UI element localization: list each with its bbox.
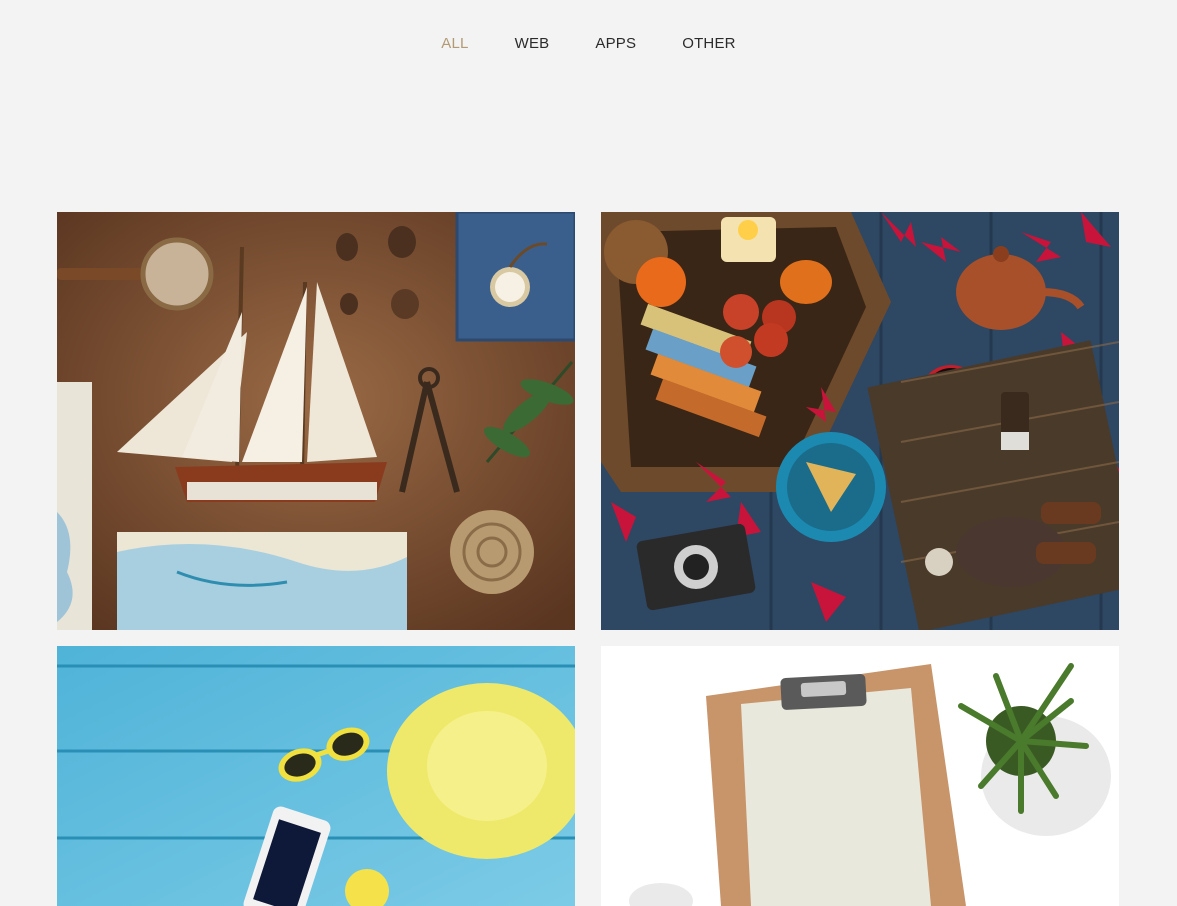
portfolio-filter-bar: ALL WEB APPS OTHER bbox=[0, 33, 1177, 54]
filter-other[interactable]: OTHER bbox=[682, 33, 736, 54]
portfolio-item-nautical[interactable] bbox=[57, 212, 575, 630]
portfolio-item-autumn[interactable] bbox=[601, 212, 1119, 630]
filter-web[interactable]: WEB bbox=[515, 33, 550, 54]
filter-all[interactable]: ALL bbox=[441, 33, 468, 54]
portfolio-item-summer[interactable] bbox=[57, 646, 575, 906]
portfolio-item-clipboard[interactable] bbox=[601, 646, 1119, 906]
autumn-image bbox=[601, 212, 1119, 630]
clipboard-image bbox=[601, 646, 1119, 906]
filter-apps[interactable]: APPS bbox=[595, 33, 636, 54]
nautical-image bbox=[57, 212, 575, 630]
summer-image bbox=[57, 646, 575, 906]
